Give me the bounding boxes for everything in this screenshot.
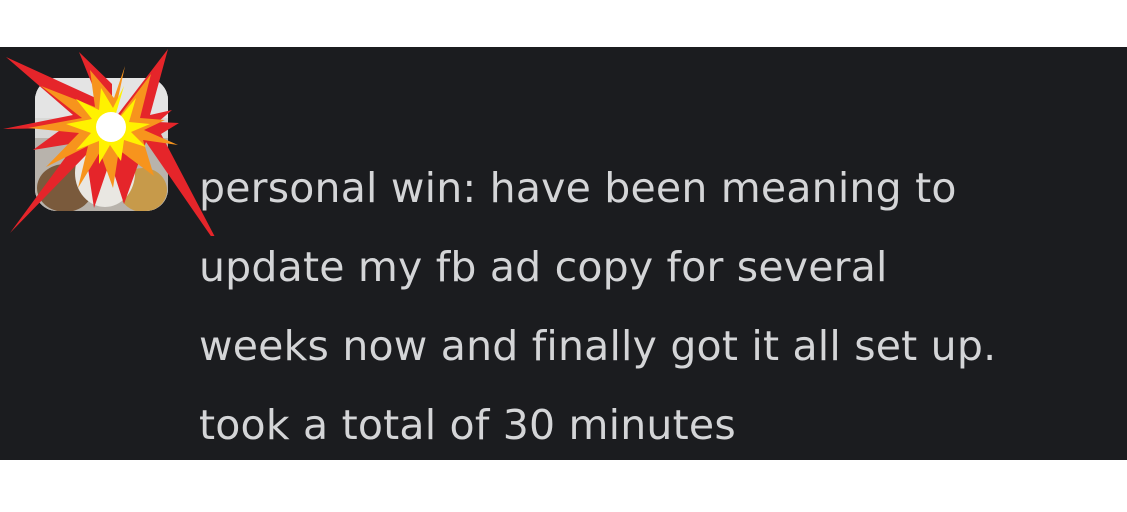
- message-text: personal win: have been meaning to updat…: [199, 164, 997, 449]
- collision-emoji-icon: [3, 49, 215, 236]
